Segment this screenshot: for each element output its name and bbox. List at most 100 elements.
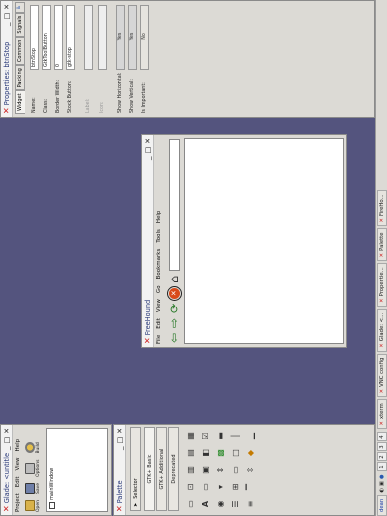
radio-widget-icon[interactable]: ◉ [214, 497, 227, 511]
tab-gtk-basic[interactable]: GTK+ Basic [144, 427, 155, 511]
launcher-icon[interactable]: ◐ [379, 488, 385, 493]
dialog-widget-icon[interactable]: ⊡ [184, 480, 197, 494]
build-button[interactable]: Build [25, 442, 41, 454]
workspace-3[interactable]: 3 [376, 442, 387, 452]
menu-tools[interactable]: Tools [156, 229, 162, 243]
glade-titlebar[interactable]: ✕ Glade: <untitled> _ □ ✕ [1, 425, 13, 515]
property-show-vertical: Show Vertical: Yes [127, 5, 137, 113]
menu-view[interactable]: View [15, 457, 21, 470]
combo-widget-icon[interactable]: ▾ [214, 480, 227, 494]
glade-title: Glade: <untitled> [2, 453, 11, 504]
minimize-icon[interactable]: _ [3, 23, 11, 27]
spin-widget-icon[interactable]: ⇕ [214, 463, 227, 477]
widget-tree[interactable]: mainWindow [46, 428, 108, 512]
menu-file[interactable]: File [156, 335, 162, 344]
palette-window: ✕ Palette _ □ ✕ ➤ Selector GTK+ Basic GT… [113, 424, 375, 516]
accessibility-icon[interactable]: ♿ [15, 2, 25, 13]
property-icon: Icon: [97, 5, 107, 113]
vbox-widget-icon[interactable]: ▤ [184, 446, 197, 460]
maximize-icon[interactable]: □ [3, 13, 11, 20]
maximize-icon[interactable]: □ [3, 437, 11, 444]
maximize-icon[interactable]: □ [144, 147, 152, 154]
progress-widget-icon[interactable]: ▬ [214, 429, 227, 443]
close-icon[interactable]: ✕ [116, 428, 124, 434]
home-icon[interactable]: ⌂ [168, 276, 181, 283]
menu-edit[interactable]: Edit [156, 318, 162, 329]
task-xterm[interactable]: ✕ xterm [376, 399, 387, 430]
options-icon [25, 462, 35, 474]
close-icon[interactable]: ✕ [144, 138, 152, 144]
options-button[interactable]: Options [25, 460, 41, 477]
tab-signals[interactable]: Signals [15, 12, 25, 37]
toggle-widget-icon[interactable]: ◧ [199, 446, 212, 460]
hbox-widget-icon[interactable]: ▥ [184, 463, 197, 477]
menu-go[interactable]: Go [156, 285, 162, 293]
task-firehound[interactable]: ✕ FireHo... [376, 190, 387, 227]
drawing-area-widget-icon[interactable]: ◆ [244, 446, 257, 460]
stop-icon[interactable]: ✕ [166, 285, 182, 301]
task-vnc-config[interactable]: ✕ VNC config [376, 353, 387, 398]
frame-widget-icon[interactable]: □ [229, 446, 242, 460]
browser-content[interactable] [184, 138, 344, 344]
tab-packing[interactable]: Packing [15, 65, 25, 91]
workspace-1[interactable]: 1 [376, 462, 387, 472]
workspace-4[interactable]: 4 [376, 432, 387, 442]
window-widget-icon[interactable]: ▭ [184, 497, 197, 511]
check-widget-icon[interactable]: ☑ [199, 429, 212, 443]
menu-edit[interactable]: Edit [15, 477, 21, 488]
x-logo-icon: ✕ [2, 107, 11, 114]
browser-titlebar[interactable]: ✕ FreeHound _ □ ✕ [142, 135, 154, 347]
menu-widget-icon[interactable]: ≡ [244, 497, 257, 511]
menu-view[interactable]: View [156, 299, 162, 312]
text-view-widget-icon[interactable]: ☰ [229, 497, 242, 511]
forward-arrow-icon[interactable]: ⇨ [167, 318, 181, 328]
toolbar-widget-icon[interactable]: ▔ [244, 480, 257, 494]
menu-help[interactable]: Help [15, 439, 21, 452]
minimize-icon[interactable]: _ [3, 447, 11, 451]
floppy-icon [25, 482, 35, 494]
entry-widget-icon[interactable]: ▭ [199, 480, 212, 494]
properties-window: ✕ Properties: btnStop _ □ ✕ Widget Packi… [0, 0, 375, 118]
browser-launcher-icon[interactable]: ● [379, 475, 385, 480]
scrollbar-widget-icon[interactable]: ⇳ [244, 463, 257, 477]
button-widget-icon[interactable]: ▣ [199, 463, 212, 477]
tab-gtk-additional[interactable]: GTK+ Additional [156, 427, 167, 511]
palette-titlebar[interactable]: ✕ Palette _ □ ✕ [114, 425, 126, 515]
property-is-important: Is Important: No [139, 5, 149, 113]
maximize-icon[interactable]: □ [116, 437, 124, 444]
user-label: dean [376, 494, 387, 516]
table-widget-icon[interactable]: ▦ [184, 429, 197, 443]
list-item[interactable]: mainWindow [47, 429, 57, 511]
property-name: Name: btnStop [29, 5, 39, 113]
menu-help[interactable]: Help [156, 211, 162, 224]
statusbar-widget-icon[interactable]: ▁ [244, 429, 257, 443]
minimize-icon[interactable]: _ [116, 447, 124, 451]
properties-titlebar[interactable]: ✕ Properties: btnStop _ □ ✕ [1, 1, 13, 117]
task-glade[interactable]: ✕ Glade: <... [376, 308, 387, 352]
task-properties[interactable]: ✕ Propertie... [376, 263, 387, 307]
tab-deprecated[interactable]: Deprecated [168, 427, 179, 511]
url-bar[interactable] [168, 139, 180, 271]
tree-view-widget-icon[interactable]: ⊞ [229, 480, 242, 494]
menu-bookmarks[interactable]: Bookmarks [156, 249, 162, 280]
back-arrow-icon[interactable]: ⇦ [167, 333, 181, 343]
close-icon[interactable]: ✕ [3, 428, 11, 434]
separator-widget-icon[interactable]: │ [229, 429, 242, 443]
tab-widget[interactable]: Widget [15, 90, 25, 114]
label-widget-icon[interactable]: A [199, 497, 212, 511]
save-button[interactable]: Save [25, 483, 41, 494]
tab-common[interactable]: Common [15, 36, 25, 66]
terminal-icon[interactable]: ▣ [379, 481, 385, 486]
task-palette[interactable]: ✕ Palette [376, 228, 387, 262]
image-widget-icon[interactable]: ▩ [214, 446, 227, 460]
reload-icon[interactable]: ⟳ [168, 304, 181, 313]
close-icon[interactable]: ✕ [3, 4, 11, 10]
open-button[interactable]: Open [25, 500, 41, 512]
property-show-horizontal: Show Horizontal: Yes [115, 5, 125, 113]
notebook-widget-icon[interactable]: ▭ [229, 463, 242, 477]
menu-project[interactable]: Project [15, 493, 21, 512]
minimize-icon[interactable]: _ [144, 157, 152, 161]
workspace-2[interactable]: 2 [376, 452, 387, 462]
selector-button[interactable]: ➤ Selector [130, 427, 141, 511]
x-logo-icon: ✕ [143, 337, 152, 344]
